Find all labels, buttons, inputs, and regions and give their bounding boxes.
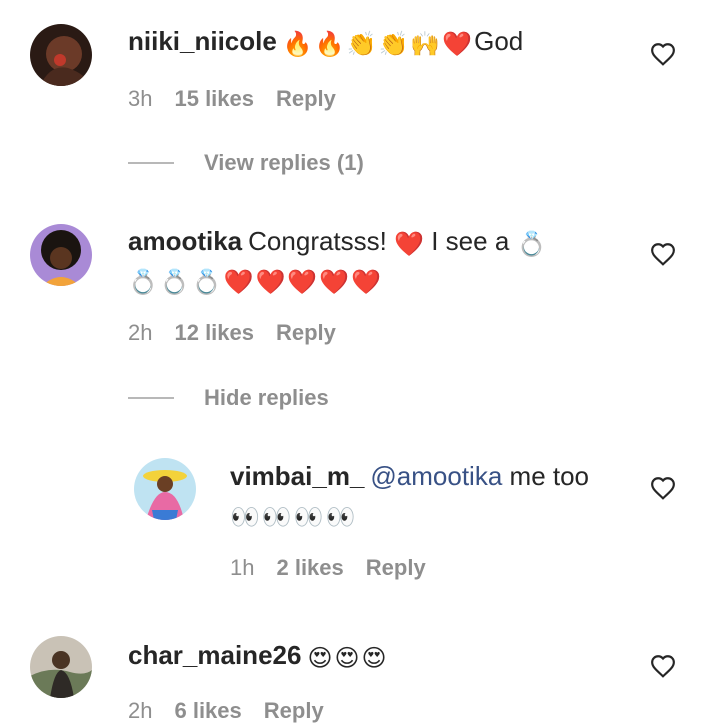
divider-line bbox=[128, 397, 174, 399]
comment-item: niiki_niicole 🔥🔥👏👏🙌❤️God 3h 15 likes Reply … bbox=[0, 0, 720, 200]
comment-time: 1h bbox=[230, 555, 255, 580]
reply-text: vimbai_m_ @amootika me too 👀👀👀👀 bbox=[230, 457, 630, 533]
reply-button[interactable]: Reply bbox=[366, 555, 426, 580]
comment-body: me too bbox=[502, 461, 590, 491]
username-link[interactable]: niiki_niicole bbox=[128, 26, 277, 56]
comment-meta: 2h 12 likes Reply bbox=[128, 320, 358, 346]
comment-meta: 2h 6 likes Reply bbox=[128, 698, 346, 724]
replies-toggle-label[interactable]: Hide replies bbox=[204, 385, 329, 411]
reply-button[interactable]: Reply bbox=[276, 86, 336, 111]
comment-emoji-line: 👀👀👀👀 bbox=[230, 504, 358, 531]
like-heart-icon[interactable] bbox=[650, 476, 676, 500]
username-link[interactable]: char_maine26 bbox=[128, 640, 301, 670]
comment-meta: 3h 15 likes Reply bbox=[128, 86, 358, 112]
comment-text: niiki_niicole 🔥🔥👏👏🙌❤️God bbox=[128, 22, 648, 60]
comment-meta: 1h 2 likes Reply bbox=[230, 555, 448, 581]
likes-count[interactable]: 15 likes bbox=[174, 86, 254, 111]
reply-item: vimbai_m_ @amootika me too 👀👀👀👀 1h 2 likes… bbox=[0, 440, 720, 610]
replies-toggle-label[interactable]: View replies (1) bbox=[204, 150, 364, 176]
comment-body: God bbox=[474, 26, 524, 56]
view-replies-button[interactable]: View replies (1) bbox=[128, 150, 364, 176]
reply-button[interactable]: Reply bbox=[276, 320, 336, 345]
like-heart-icon[interactable] bbox=[650, 654, 676, 678]
comment-time: 2h bbox=[128, 698, 153, 723]
avatar[interactable] bbox=[30, 224, 92, 286]
reply-button[interactable]: Reply bbox=[264, 698, 324, 723]
likes-count[interactable]: 12 likes bbox=[174, 320, 254, 345]
mention-link[interactable]: @amootika bbox=[370, 461, 502, 491]
avatar[interactable] bbox=[134, 458, 196, 520]
likes-count[interactable]: 6 likes bbox=[174, 698, 241, 723]
comment-text: amootika Congratsss! ❤️ I see a 💍 💍💍💍❤️❤️… bbox=[128, 222, 628, 298]
avatar[interactable] bbox=[30, 636, 92, 698]
comment-time: 3h bbox=[128, 86, 153, 111]
like-heart-icon[interactable] bbox=[650, 242, 676, 266]
comment-item: char_maine26 😍😍😍 2h 6 likes Reply bbox=[0, 612, 720, 728]
divider-line bbox=[128, 162, 174, 164]
comment-text: char_maine26 😍😍😍 bbox=[128, 636, 628, 674]
comment-body-2: I see a bbox=[424, 226, 517, 256]
comment-emoji: 🔥🔥👏👏🙌❤️ bbox=[282, 31, 475, 58]
comment-emoji-line: 💍💍💍❤️❤️❤️❤️❤️ bbox=[128, 269, 384, 296]
comment-emoji: ❤️ bbox=[394, 231, 424, 258]
comment-body: Congratsss! bbox=[248, 226, 395, 256]
ring-emoji: 💍 bbox=[516, 231, 547, 258]
comment-time: 2h bbox=[128, 320, 153, 345]
comment-item: amootika Congratsss! ❤️ I see a 💍 💍💍💍❤️❤️… bbox=[0, 200, 720, 430]
hide-replies-button[interactable]: Hide replies bbox=[128, 385, 329, 411]
avatar[interactable] bbox=[30, 24, 92, 86]
comment-emoji: 😍😍😍 bbox=[307, 645, 389, 672]
like-heart-icon[interactable] bbox=[650, 42, 676, 66]
likes-count[interactable]: 2 likes bbox=[276, 555, 343, 580]
username-link[interactable]: vimbai_m_ bbox=[230, 461, 364, 491]
username-link[interactable]: amootika bbox=[128, 226, 242, 256]
